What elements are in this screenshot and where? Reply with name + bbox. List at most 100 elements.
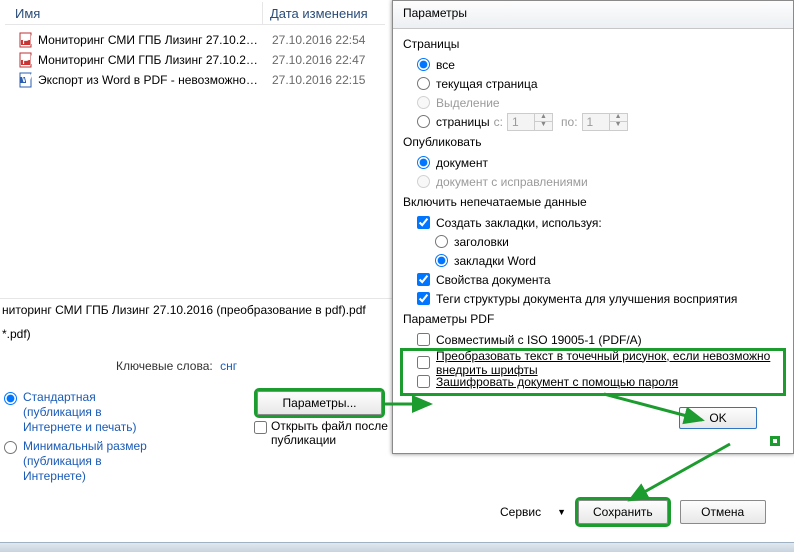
svg-text:W: W: [21, 72, 33, 85]
dialog-buttons: Сервис ▼ Сохранить Отмена: [500, 500, 766, 524]
spin-buttons[interactable]: ▲▼: [530, 114, 552, 130]
ok-button[interactable]: OK: [679, 407, 757, 429]
open-after-label: Открыть файл после публикации: [271, 419, 394, 447]
publish-document[interactable]: документ: [417, 153, 783, 172]
file-date: 27.10.2016 22:47: [272, 53, 365, 67]
keywords-value[interactable]: снг: [220, 359, 237, 373]
doc-properties[interactable]: Свойства документа: [417, 270, 783, 289]
value: 1: [583, 115, 605, 129]
file-name: Экспорт из Word в PDF - невозможност...: [38, 73, 258, 87]
checkbox[interactable]: [417, 333, 430, 346]
dropdown-arrow-icon[interactable]: ▼: [557, 507, 566, 517]
to-spinner[interactable]: 1▲▼: [582, 113, 628, 131]
value: 1: [508, 115, 530, 129]
checkbox[interactable]: [417, 375, 430, 388]
radio[interactable]: [417, 58, 430, 71]
column-divider: [262, 2, 263, 24]
radio: [417, 96, 430, 109]
create-bookmarks[interactable]: Создать закладки, используя:: [417, 213, 783, 232]
radio[interactable]: [4, 441, 17, 454]
label: заголовки: [454, 235, 509, 249]
optimize-minimum[interactable]: Минимальный размер (публикация в Интерне…: [4, 439, 154, 484]
cancel-button[interactable]: Отмена: [680, 500, 766, 524]
pages-range[interactable]: страницы с: 1▲▼ по: 1▲▼: [417, 112, 783, 131]
checkbox[interactable]: [417, 216, 430, 229]
label: Свойства документа: [436, 273, 551, 287]
file-row[interactable]: PDF Мониторинг СМИ ГПБ Лизинг 27.10.20..…: [0, 50, 392, 70]
highlighted-pdf-options: Преобразовать текст в точечный рисунок, …: [403, 351, 783, 393]
checkbox[interactable]: [417, 273, 430, 286]
radio[interactable]: [435, 254, 448, 267]
publish-markup: документ с исправлениями: [417, 172, 783, 191]
dialog-title: Параметры: [393, 1, 793, 29]
divider: [5, 24, 385, 25]
group-pdf-params: Параметры PDF: [403, 312, 783, 326]
taskbar: [0, 542, 794, 552]
ok-highlight: OK: [773, 439, 777, 443]
options-dialog: Параметры Страницы все текущая страница …: [392, 0, 794, 454]
label: все: [436, 58, 455, 72]
radio: [417, 175, 430, 188]
optimize-label: Стандартная (публикация в Интернете и пе…: [23, 390, 154, 435]
optimize-label: Минимальный размер (публикация в Интерне…: [23, 439, 154, 484]
checkbox[interactable]: [254, 421, 267, 434]
label: Теги структуры документа для улучшения в…: [436, 292, 737, 306]
save-button[interactable]: Сохранить: [578, 500, 668, 524]
radio[interactable]: [417, 156, 430, 169]
radio[interactable]: [435, 235, 448, 248]
checkbox[interactable]: [417, 292, 430, 305]
dialog-body: Страницы все текущая страница Выделение …: [393, 29, 793, 453]
pages-current[interactable]: текущая страница: [417, 74, 783, 93]
options-button[interactable]: Параметры...: [257, 391, 382, 415]
label: документ: [436, 156, 488, 170]
column-name[interactable]: Имя: [15, 6, 40, 21]
bookmarks-headings[interactable]: заголовки: [435, 232, 783, 251]
pages-selection: Выделение: [417, 93, 783, 112]
from-label: с:: [494, 115, 503, 129]
pdf-iso[interactable]: Совместимый с ISO 19005-1 (PDF/A): [417, 330, 783, 349]
optimize-group: Стандартная (публикация в Интернете и пе…: [4, 390, 154, 488]
radio[interactable]: [417, 77, 430, 90]
radio[interactable]: [4, 392, 17, 405]
file-list: PDF Мониторинг СМИ ГПБ Лизинг 27.10.20..…: [0, 30, 392, 90]
file-list-header: Имя Дата изменения: [0, 0, 392, 26]
word-icon: W: [18, 72, 34, 88]
label: Зашифровать документ с помощью пароля: [436, 375, 678, 389]
file-date: 27.10.2016 22:15: [272, 73, 365, 87]
open-after-checkbox[interactable]: Открыть файл после публикации: [254, 419, 394, 447]
pages-all[interactable]: все: [417, 55, 783, 74]
from-spinner[interactable]: 1▲▼: [507, 113, 553, 131]
svg-text:PDF: PDF: [22, 33, 34, 47]
label: документ с исправлениями: [436, 175, 588, 189]
pdf-bitmap[interactable]: Преобразовать текст в точечный рисунок, …: [417, 353, 783, 372]
radio[interactable]: [417, 115, 430, 128]
keywords-row: Ключевые слова: снг: [116, 359, 237, 373]
to-label: по:: [561, 115, 578, 129]
file-name: Мониторинг СМИ ГПБ Лизинг 27.10.20...: [38, 53, 258, 67]
optimize-standard[interactable]: Стандартная (публикация в Интернете и пе…: [4, 390, 154, 435]
file-date: 27.10.2016 22:54: [272, 33, 365, 47]
label: текущая страница: [436, 77, 538, 91]
group-pages: Страницы: [403, 37, 783, 51]
keywords-label: Ключевые слова:: [116, 359, 213, 373]
doc-tags[interactable]: Теги структуры документа для улучшения в…: [417, 289, 783, 308]
file-name: Мониторинг СМИ ГПБ Лизинг 27.10.20...: [38, 33, 258, 47]
file-name-field[interactable]: ниторинг СМИ ГПБ Лизинг 27.10.2016 (прео…: [0, 298, 392, 320]
label: закладки Word: [454, 254, 536, 268]
tools-menu[interactable]: Сервис: [500, 505, 541, 519]
label: Преобразовать текст в точечный рисунок, …: [436, 349, 783, 377]
pdf-icon: PDF: [18, 32, 34, 48]
file-row[interactable]: PDF Мониторинг СМИ ГПБ Лизинг 27.10.20..…: [0, 30, 392, 50]
label: Создать закладки, используя:: [436, 216, 602, 230]
checkbox[interactable]: [417, 356, 430, 369]
file-row[interactable]: W Экспорт из Word в PDF - невозможност..…: [0, 70, 392, 90]
svg-text:PDF: PDF: [22, 53, 34, 67]
bookmarks-word[interactable]: закладки Word: [435, 251, 783, 270]
column-date[interactable]: Дата изменения: [270, 6, 368, 21]
file-type-field[interactable]: *.pdf): [0, 325, 392, 347]
label: страницы: [436, 115, 490, 129]
group-nonprint: Включить непечатаемые данные: [403, 195, 783, 209]
spin-buttons[interactable]: ▲▼: [605, 114, 627, 130]
group-publish: Опубликовать: [403, 135, 783, 149]
label: Совместимый с ISO 19005-1 (PDF/A): [436, 333, 642, 347]
